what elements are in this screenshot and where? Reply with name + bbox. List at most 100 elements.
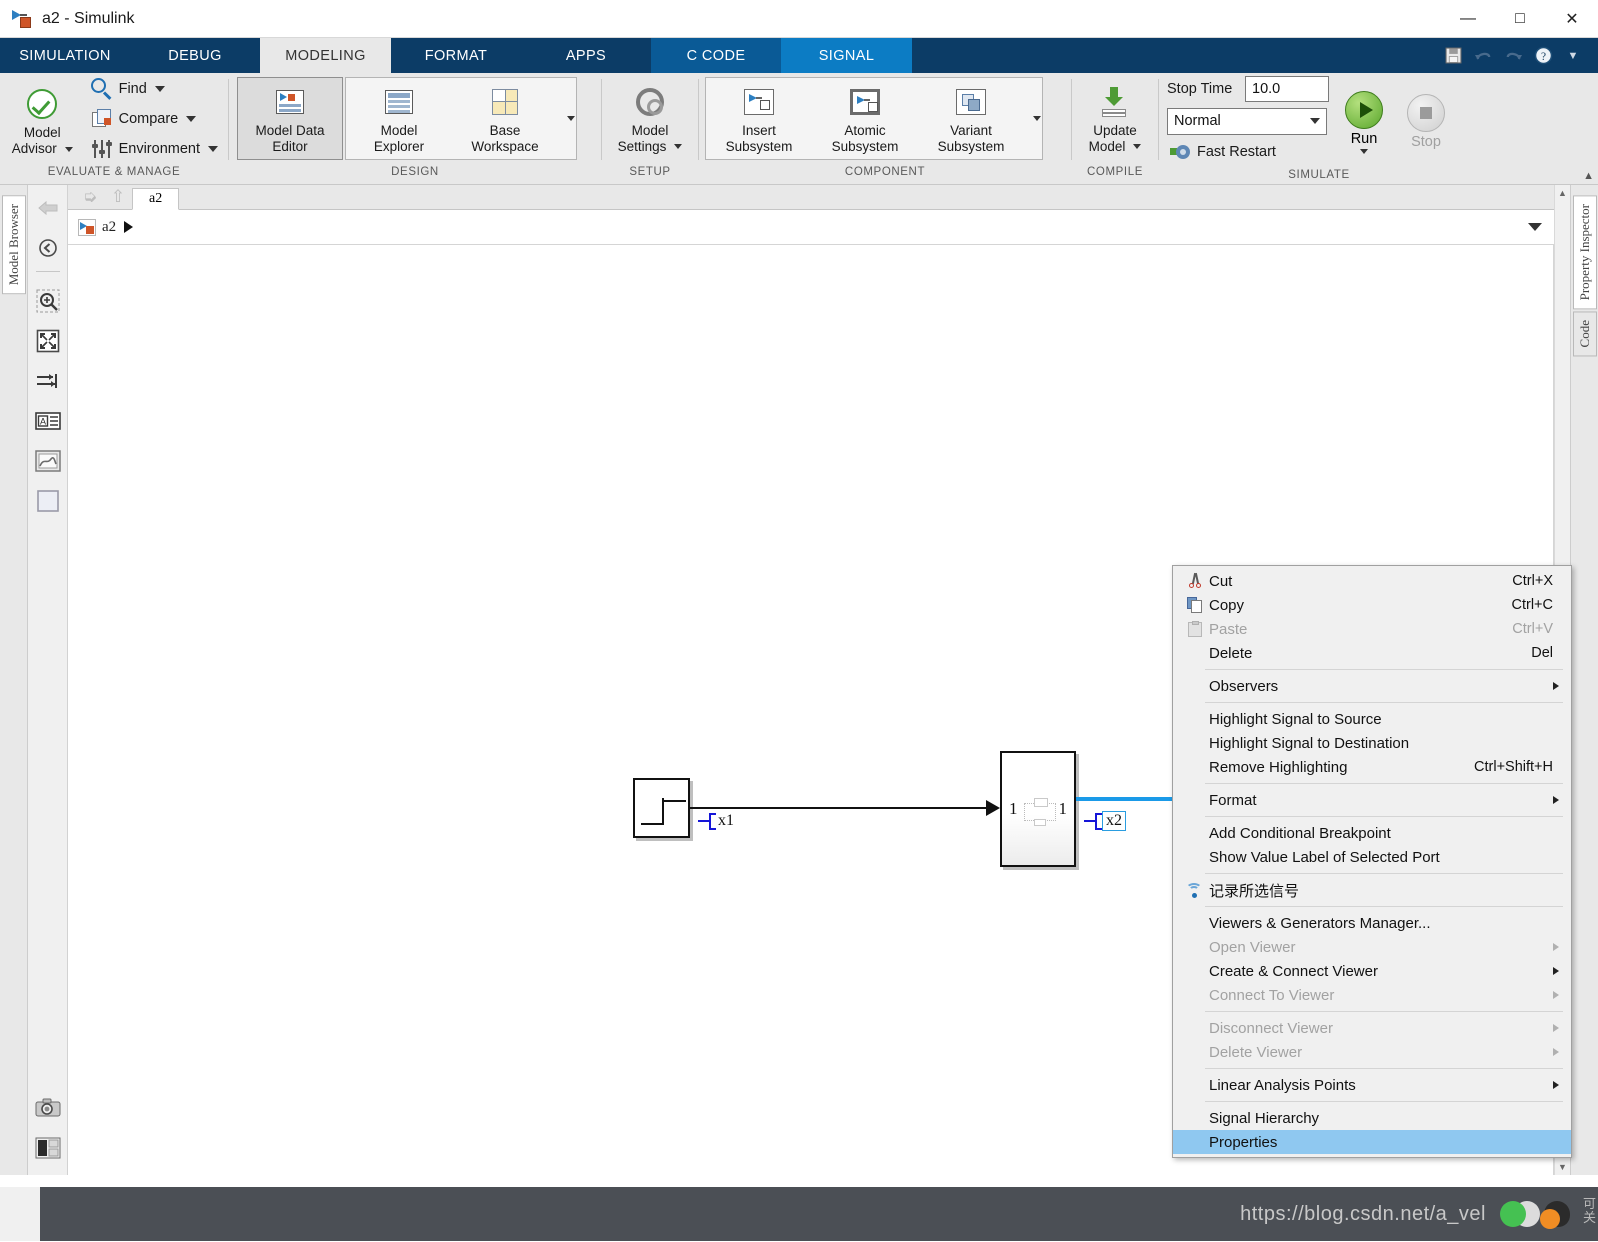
menu-item-cut[interactable]: Cut Ctrl+X — [1173, 569, 1571, 593]
stop-time-input[interactable]: 10.0 — [1245, 76, 1329, 102]
menu-item-properties[interactable]: Properties — [1173, 1130, 1571, 1154]
stop-time-label: Stop Time — [1167, 81, 1233, 97]
variant-subsystem-button[interactable]: Variant Subsystem — [918, 79, 1024, 159]
tab-signal[interactable]: SIGNAL — [781, 38, 912, 73]
compare-button[interactable]: Compare — [85, 104, 222, 134]
model-settings-label-2: Settings — [617, 138, 667, 154]
update-model-dropdown-icon[interactable] — [1133, 144, 1142, 149]
maximize-button[interactable]: □ — [1494, 0, 1546, 38]
menu-item-observers[interactable]: Observers — [1173, 674, 1571, 698]
menu-item-format[interactable]: Format — [1173, 788, 1571, 812]
back-to-parent-icon[interactable] — [31, 231, 65, 265]
signal-logging-glyph-icon — [698, 811, 716, 831]
left-dock: Model Browser — [0, 185, 28, 1175]
model-settings-label-1: Model — [631, 122, 669, 138]
model-explorer-button[interactable]: Model Explorer — [346, 79, 452, 159]
base-workspace-button[interactable]: Base Workspace — [452, 79, 558, 159]
up-arrow-icon[interactable]: ⇧ — [104, 185, 132, 209]
model-data-editor-label-2: Editor — [272, 138, 308, 154]
minimize-button[interactable]: — — [1442, 0, 1494, 38]
tab-modeling[interactable]: MODELING — [260, 38, 391, 73]
signal-label-x1[interactable]: x1 — [698, 811, 736, 831]
model-tab-a2[interactable]: a2 — [132, 188, 180, 210]
simulation-mode-chevron-down-icon[interactable] — [1310, 118, 1320, 124]
tab-apps[interactable]: APPS — [521, 38, 651, 73]
menu-item-add-conditional-breakpoint[interactable]: Add Conditional Breakpoint — [1173, 821, 1571, 845]
undo-icon[interactable] — [1468, 43, 1498, 69]
run-dropdown-icon[interactable] — [1360, 148, 1368, 154]
menu-item-remove-highlighting[interactable]: Remove Highlighting Ctrl+Shift+H — [1173, 755, 1571, 779]
model-browser-dock-tab[interactable]: Model Browser — [1, 195, 26, 295]
redo-icon[interactable] — [1498, 43, 1528, 69]
menu-item-signal-hierarchy[interactable]: Signal Hierarchy — [1173, 1106, 1571, 1130]
menu-item-highlight-signal-to-destination[interactable]: Highlight Signal to Destination — [1173, 731, 1571, 755]
menu-item-show-value-label[interactable]: Show Value Label of Selected Port — [1173, 845, 1571, 869]
subsystem-block[interactable]: 1 1 — [1000, 751, 1076, 867]
tab-simulation[interactable]: SIMULATION — [0, 38, 130, 73]
menu-item-remove-highlighting-label: Remove Highlighting — [1209, 758, 1348, 776]
menu-separator-8 — [1205, 1068, 1563, 1069]
tab-c-code[interactable]: C CODE — [651, 38, 781, 73]
menu-item-paste: Paste Ctrl+V — [1173, 617, 1571, 641]
simulation-mode-select[interactable]: Normal — [1167, 107, 1327, 135]
find-button[interactable]: Find — [85, 74, 222, 104]
model-data-editor-button[interactable]: Model Data Editor — [237, 77, 343, 160]
model-settings-dropdown-icon[interactable] — [674, 144, 683, 149]
menu-item-create-connect-viewer[interactable]: Create & Connect Viewer — [1173, 959, 1571, 983]
property-inspector-dock-tab[interactable]: Property Inspector — [1572, 195, 1597, 310]
scroll-up-icon[interactable]: ▲ — [1558, 185, 1567, 198]
find-dropdown-icon[interactable] — [154, 85, 165, 92]
menu-item-disconnect-viewer-label: Disconnect Viewer — [1209, 1019, 1333, 1037]
atomic-subsystem-label-1: Atomic — [844, 122, 886, 138]
tab-format[interactable]: FORMAT — [391, 38, 521, 73]
code-dock-tab[interactable]: Code — [1572, 311, 1597, 357]
step-source-block[interactable] — [633, 778, 690, 838]
breadcrumb-chevron-down-icon[interactable] — [1528, 223, 1542, 231]
image-icon[interactable] — [31, 444, 65, 478]
menu-item-copy[interactable]: Copy Ctrl+C — [1173, 593, 1571, 617]
compare-dropdown-icon[interactable] — [186, 115, 197, 122]
model-settings-button[interactable]: Model Settings — [608, 79, 692, 159]
breadcrumb-label[interactable]: a2 — [102, 219, 116, 236]
insert-subsystem-button[interactable]: Insert Subsystem — [706, 79, 812, 159]
signal-wire-x1[interactable] — [690, 807, 990, 809]
menu-item-highlight-signal-to-source[interactable]: Highlight Signal to Source — [1173, 707, 1571, 731]
atomic-subsystem-button[interactable]: Atomic Subsystem — [812, 79, 918, 159]
open-viewer-submenu-arrow-icon — [1553, 943, 1559, 951]
signal-routing-icon[interactable] — [31, 364, 65, 398]
help-icon[interactable]: ? — [1528, 43, 1558, 69]
component-more-dropdown-icon[interactable] — [1024, 82, 1042, 155]
scroll-down-icon[interactable]: ▼ — [1558, 1162, 1567, 1175]
area-icon[interactable] — [31, 484, 65, 518]
design-more-dropdown-icon[interactable] — [558, 82, 576, 155]
simulink-model-icon — [12, 9, 34, 29]
model-advisor-dropdown-icon[interactable] — [64, 146, 73, 152]
environment-button[interactable]: Environment — [85, 134, 222, 164]
screenshot-camera-icon[interactable] — [31, 1091, 65, 1125]
fit-to-view-icon[interactable] — [31, 324, 65, 358]
ribbon-collapse-icon[interactable]: ▲ — [1583, 170, 1594, 182]
tool-strip-separator — [35, 271, 60, 272]
variant-subsystem-icon — [956, 85, 986, 119]
menu-item-log-selected-signals[interactable]: 记录所选信号 — [1173, 878, 1571, 902]
run-button[interactable] — [1345, 90, 1383, 129]
navigate-up-icon[interactable] — [31, 191, 65, 225]
signal-label-x2[interactable]: x2 — [1084, 811, 1126, 831]
menu-item-viewers-generators-manager[interactable]: Viewers & Generators Manager... — [1173, 911, 1571, 935]
library-browser-icon[interactable] — [31, 1131, 65, 1165]
menu-item-linear-analysis-points[interactable]: Linear Analysis Points — [1173, 1073, 1571, 1097]
quick-access-chevron-down-icon[interactable]: ▼ — [1558, 43, 1588, 69]
tab-debug[interactable]: DEBUG — [130, 38, 260, 73]
menu-separator-2 — [1205, 702, 1563, 703]
zoom-in-region-icon[interactable] — [31, 284, 65, 318]
save-icon[interactable] — [1438, 43, 1468, 69]
model-advisor-button[interactable]: Model Advisor — [6, 80, 79, 157]
environment-dropdown-icon[interactable] — [208, 145, 218, 152]
annotation-icon[interactable]: A — [31, 404, 65, 438]
close-button[interactable]: ✕ — [1546, 0, 1598, 38]
forward-arrow-icon[interactable]: ➭ — [76, 185, 104, 209]
update-model-button[interactable]: Update Model — [1078, 79, 1152, 159]
canvas-tool-strip: A — [28, 185, 68, 1175]
signal-context-menu[interactable]: Cut Ctrl+X Copy Ctrl+C Paste Ctrl+V Dele… — [1172, 565, 1572, 1158]
menu-item-delete[interactable]: Delete Del — [1173, 641, 1571, 665]
